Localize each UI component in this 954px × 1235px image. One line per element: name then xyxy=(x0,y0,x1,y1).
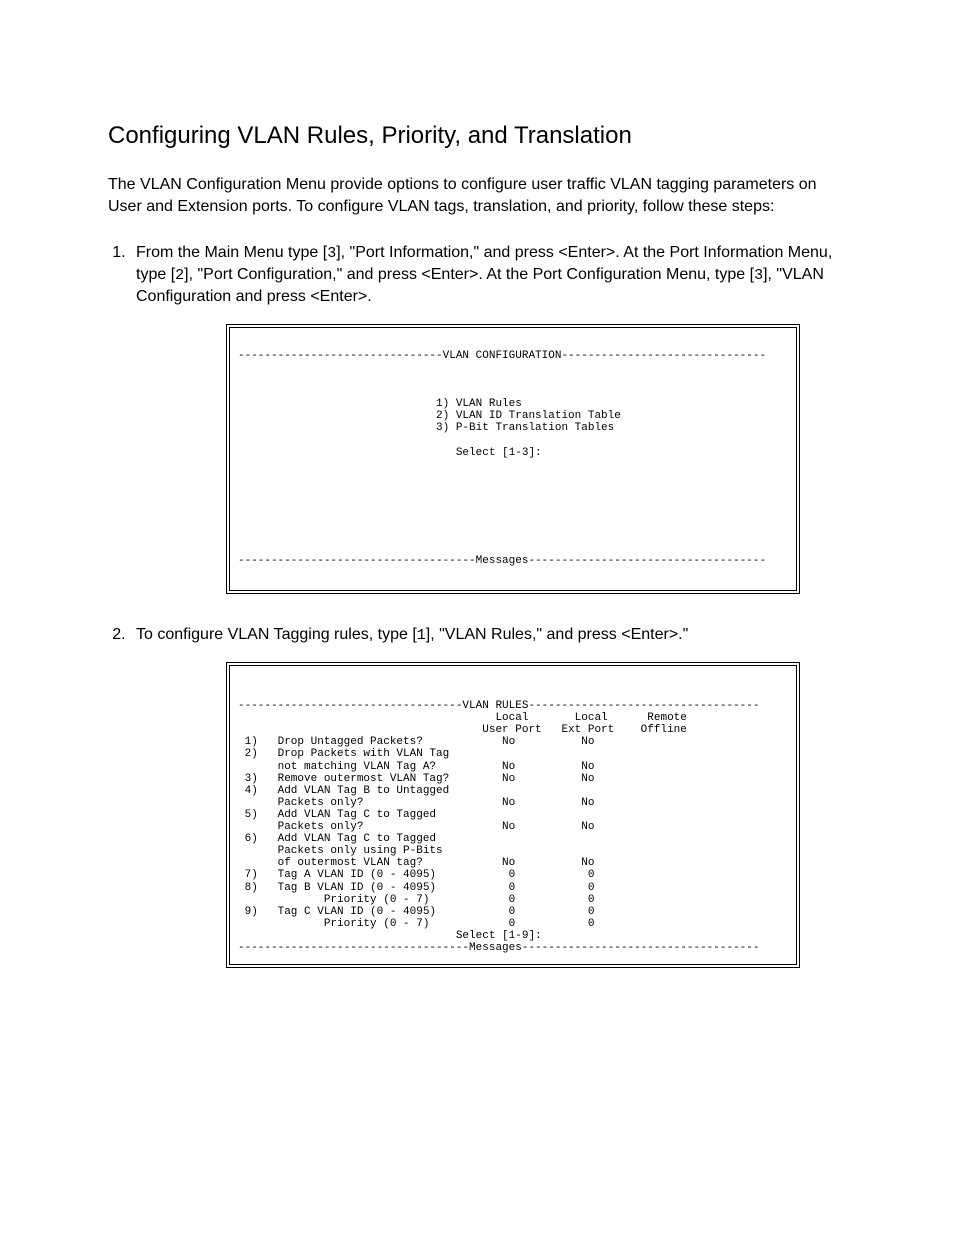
steps-list: From the Main Menu type [3], "Port Infor… xyxy=(108,242,846,969)
step-2-key-1: 1 xyxy=(417,627,426,644)
step-1-key-3: 3 xyxy=(754,267,763,284)
step-2: To configure VLAN Tagging rules, type [1… xyxy=(130,624,846,968)
page-title: Configuring VLAN Rules, Priority, and Tr… xyxy=(108,120,846,152)
step-1-text-e: ], "Port Configuration," and press <Ente… xyxy=(184,266,754,283)
step-2-text-c: ], "VLAN Rules," and press <Enter>." xyxy=(426,626,689,643)
intro-paragraph: The VLAN Configuration Menu provide opti… xyxy=(108,174,846,217)
terminal-vlan-rules: ----------------------------------VLAN R… xyxy=(226,662,800,968)
step-1-key-1: 3 xyxy=(327,245,336,262)
terminal-vlan-configuration: -------------------------------VLAN CONF… xyxy=(226,324,800,594)
step-1-text-a: From the Main Menu type [ xyxy=(136,244,327,261)
step-1-key-2: 2 xyxy=(175,267,184,284)
step-2-text-a: To configure VLAN Tagging rules, type [ xyxy=(136,626,417,643)
step-1: From the Main Menu type [3], "Port Infor… xyxy=(130,242,846,594)
